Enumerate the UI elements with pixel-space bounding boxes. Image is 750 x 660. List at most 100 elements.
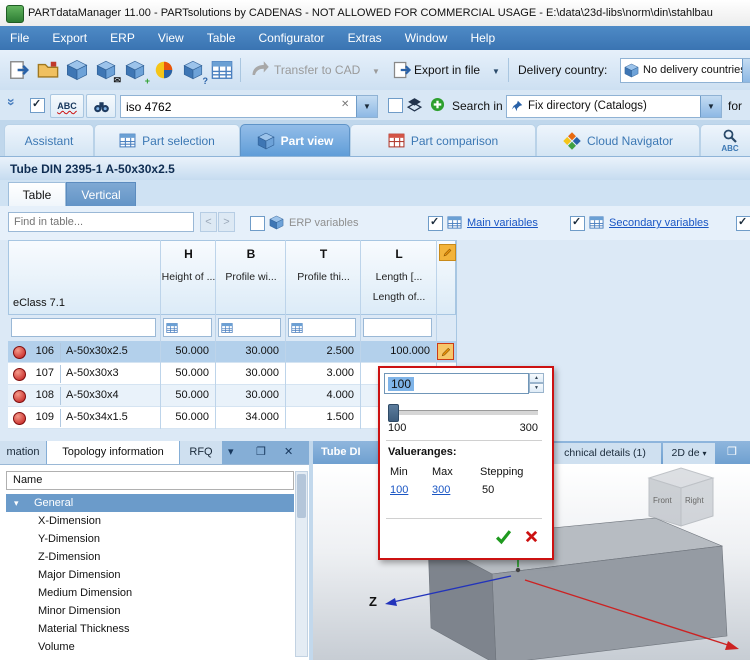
spin-up-icon[interactable]: ▲ [529, 373, 544, 383]
menu-extras[interactable]: Extras [338, 26, 392, 50]
filter-input-h[interactable] [163, 318, 212, 337]
secondary-variables-link[interactable]: Secondary variables [609, 217, 709, 229]
erp-variables-checkbox[interactable] [250, 216, 265, 231]
tab-table[interactable]: Table [8, 182, 66, 206]
search-input[interactable] [121, 96, 343, 117]
toolbar-expand-icon[interactable]: » [4, 98, 20, 106]
column-l-edit-icon[interactable] [439, 244, 456, 261]
export-in-file-button[interactable]: Export in file [414, 63, 480, 77]
filter-input-t[interactable] [288, 318, 356, 337]
open-project-icon[interactable] [35, 57, 61, 83]
tab-rfq[interactable]: RFQ [180, 441, 222, 464]
find-prev-button[interactable]: < [200, 212, 217, 232]
tab-2d-derivation[interactable]: 2D de ▾ [663, 443, 715, 464]
filter-input-name[interactable] [11, 318, 156, 337]
nav-cube-right-label[interactable]: Right [685, 496, 704, 505]
search-options-button[interactable] [86, 94, 116, 118]
tree-item[interactable]: Material Thickness [6, 620, 294, 638]
panel-tab-dropdown-icon[interactable]: ▾ [228, 445, 234, 458]
tree-item[interactable]: Volume [6, 638, 294, 656]
tab-information[interactable]: mation [0, 441, 46, 464]
column-h-letter[interactable]: H [161, 247, 216, 261]
panel-close-icon[interactable]: ✕ [284, 445, 293, 458]
column-l-letter[interactable]: L [361, 247, 437, 261]
panel-float-icon[interactable]: ❐ [256, 445, 266, 458]
tab-cloud-navigator[interactable]: Cloud Navigator [536, 124, 700, 156]
tab-search[interactable]: ABC [700, 124, 750, 156]
tab-part-selection[interactable]: Part selection [94, 124, 240, 156]
tab-2d-dropdown-icon[interactable]: ▾ [702, 449, 706, 458]
tree-item[interactable]: Z-Dimension [6, 548, 294, 566]
tree-item[interactable]: Medium Dimension [6, 584, 294, 602]
part-add-icon[interactable]: + [122, 57, 150, 86]
clear-search-icon[interactable]: ✕ [341, 99, 349, 110]
column-t-letter[interactable]: T [286, 247, 361, 261]
menu-window[interactable]: Window [395, 26, 458, 50]
tab-assistant[interactable]: Assistant [4, 124, 94, 156]
tree-item[interactable]: X-Dimension [6, 512, 294, 530]
name-column-header[interactable]: Name [6, 471, 294, 490]
menu-file[interactable]: File [0, 26, 39, 50]
tree-group-general[interactable]: ▾ General [6, 494, 294, 512]
search-dropdown-icon[interactable]: ▼ [356, 96, 377, 117]
collapse-arrow-icon[interactable]: ▾ [14, 494, 19, 512]
delivery-country-select[interactable]: No delivery countries ▼ [620, 58, 750, 83]
search-directory-select[interactable]: Fix directory (Catalogs) ▼ [506, 95, 722, 118]
menu-export[interactable]: Export [42, 26, 97, 50]
nav-cube-front-label[interactable]: Front [653, 496, 672, 505]
part-help-icon[interactable]: ? [180, 57, 208, 86]
tab-technical-details[interactable]: chnical details (1) [549, 443, 661, 464]
export-in-file-dropdown-icon[interactable]: ▼ [492, 67, 500, 76]
menu-table[interactable]: Table [197, 26, 246, 50]
tab-vertical[interactable]: Vertical [66, 182, 136, 206]
cancel-button[interactable] [520, 526, 542, 546]
part-cube-icon[interactable] [64, 57, 90, 83]
spell-check-button[interactable]: ABC [50, 94, 84, 118]
secondary-variables-checkbox[interactable] [570, 216, 585, 231]
layers-icon[interactable] [406, 96, 423, 113]
spin-down-icon[interactable]: ▼ [529, 383, 544, 393]
search-option-checkbox[interactable] [30, 98, 45, 113]
main-variables-link[interactable]: Main variables [467, 217, 538, 229]
tab-part-view[interactable]: Part view [240, 124, 350, 156]
value-spinbox[interactable]: 100 [384, 373, 529, 394]
transfer-to-cad-dropdown-icon[interactable]: ▼ [372, 67, 380, 76]
find-in-table-input[interactable] [8, 212, 194, 232]
add-search-icon[interactable] [430, 97, 445, 112]
find-next-button[interactable]: > [218, 212, 235, 232]
value-range-popup: 100 ▲ ▼ 100 300 Valueranges: Min Max Ste… [378, 366, 554, 560]
eclass-label[interactable]: eClass 7.1 [13, 297, 65, 309]
table-row[interactable]: 106 A-50x30x2.5 50.000 30.000 2.500 100.… [8, 341, 456, 363]
tab-topology-information[interactable]: Topology information [47, 441, 179, 464]
menu-erp[interactable]: ERP [100, 26, 145, 50]
column-b-letter[interactable]: B [216, 247, 286, 261]
tree-item[interactable]: Minor Dimension [6, 602, 294, 620]
filter-checkbox[interactable] [388, 98, 403, 113]
menu-help[interactable]: Help [460, 26, 505, 50]
scrollbar-thumb[interactable] [297, 474, 306, 518]
directory-dropdown-icon[interactable]: ▼ [700, 96, 721, 117]
table-view-icon[interactable] [209, 57, 235, 83]
export-document-icon[interactable] [6, 57, 32, 83]
extra-variables-checkbox[interactable] [736, 216, 750, 231]
topology-scrollbar[interactable] [295, 471, 308, 657]
min-value-link[interactable]: 100 [390, 484, 408, 496]
length-slider-track[interactable] [388, 410, 538, 416]
delivery-country-dropdown-icon[interactable]: ▼ [742, 59, 750, 82]
filter-input-l[interactable] [363, 318, 432, 337]
tree-item[interactable]: Y-Dimension [6, 530, 294, 548]
menu-view[interactable]: View [148, 26, 194, 50]
tree-item[interactable]: Major Dimension [6, 566, 294, 584]
accept-button[interactable] [492, 526, 514, 546]
configurator-icon[interactable] [151, 57, 177, 83]
main-variables-checkbox[interactable] [428, 216, 443, 231]
transfer-to-cad-button[interactable]: Transfer to CAD [274, 63, 360, 77]
menu-configurator[interactable]: Configurator [249, 26, 335, 50]
length-slider-handle[interactable] [388, 404, 399, 422]
edit-value-icon[interactable] [437, 343, 454, 360]
part-mail-icon[interactable]: ✉ [93, 57, 121, 85]
preview-float-icon[interactable]: ❐ [727, 445, 737, 458]
tab-part-comparison[interactable]: Part comparison [350, 124, 536, 156]
filter-input-b[interactable] [218, 318, 281, 337]
max-value-link[interactable]: 300 [432, 484, 450, 496]
